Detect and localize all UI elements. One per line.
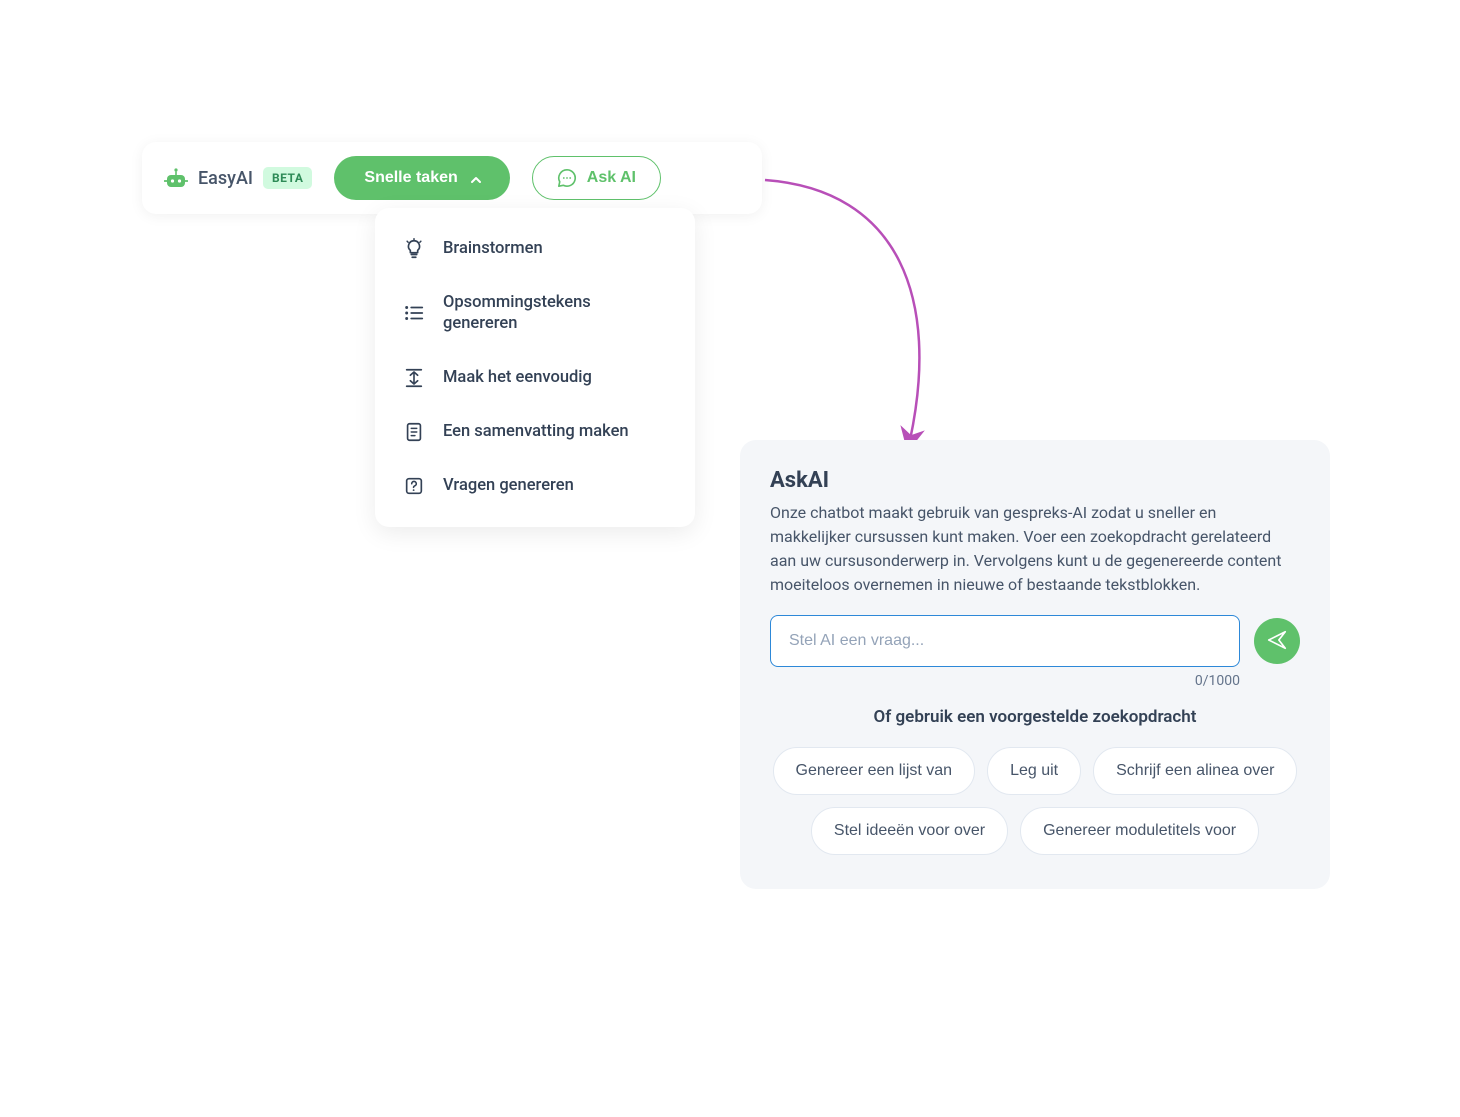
beta-badge: BETA xyxy=(263,167,312,189)
ask-ai-input[interactable] xyxy=(770,615,1240,667)
input-row xyxy=(770,615,1300,667)
panel-title: AskAI xyxy=(770,468,1300,493)
dropdown-item-simplify[interactable]: Maak het eenvoudig xyxy=(375,351,695,405)
callout-arrow xyxy=(760,170,980,470)
dropdown-item-questions[interactable]: Vragen genereren xyxy=(375,459,695,513)
char-counter: 0/1000 xyxy=(770,673,1300,689)
send-button[interactable] xyxy=(1254,618,1300,664)
brand-name: EasyAI xyxy=(198,168,253,189)
dropdown-item-label: Vragen genereren xyxy=(443,475,574,496)
easyai-toolbar: EasyAI BETA Snelle taken Ask AI xyxy=(142,142,762,214)
panel-description: Onze chatbot maakt gebruik van gespreks-… xyxy=(770,501,1300,597)
suggestion-chip[interactable]: Leg uit xyxy=(987,747,1081,795)
ask-ai-button[interactable]: Ask AI xyxy=(532,156,661,200)
suggestion-chip[interactable]: Genereer moduletitels voor xyxy=(1020,807,1259,855)
chevron-up-icon xyxy=(470,173,480,183)
dropdown-item-label: Een samenvatting maken xyxy=(443,421,629,442)
ask-ai-label: Ask AI xyxy=(587,169,636,187)
quick-tasks-label: Snelle taken xyxy=(364,169,457,187)
suggestions-heading: Of gebruik een voorgestelde zoekopdracht xyxy=(770,707,1300,727)
question-icon xyxy=(403,475,425,497)
dropdown-item-bullets[interactable]: Opsommingstekens genereren xyxy=(375,276,695,351)
suggestion-chips: Genereer een lijst van Leg uit Schrijf e… xyxy=(770,747,1300,855)
dropdown-item-label: Brainstormen xyxy=(443,238,543,259)
robot-icon xyxy=(164,167,188,189)
summary-icon xyxy=(403,421,425,443)
brand-block: EasyAI BETA xyxy=(164,167,312,189)
lightbulb-icon xyxy=(403,238,425,260)
suggestion-chip[interactable]: Stel ideeën voor over xyxy=(811,807,1008,855)
dropdown-item-summary[interactable]: Een samenvatting maken xyxy=(375,405,695,459)
suggestion-chip[interactable]: Schrijf een alinea over xyxy=(1093,747,1297,795)
dropdown-item-label: Opsommingstekens genereren xyxy=(443,292,667,335)
send-icon xyxy=(1266,629,1288,654)
askai-panel: AskAI Onze chatbot maakt gebruik van ges… xyxy=(740,440,1330,889)
quick-tasks-button[interactable]: Snelle taken xyxy=(334,156,509,200)
chat-bubble-icon xyxy=(557,168,577,188)
dropdown-item-brainstorm[interactable]: Brainstormen xyxy=(375,222,695,276)
suggestion-chip[interactable]: Genereer een lijst van xyxy=(773,747,976,795)
quick-tasks-dropdown: Brainstormen Opsommingstekens genereren xyxy=(375,208,695,527)
app-canvas: EasyAI BETA Snelle taken Ask AI xyxy=(100,100,1360,1017)
bullet-list-icon xyxy=(403,302,425,324)
simplify-icon xyxy=(403,367,425,389)
dropdown-item-label: Maak het eenvoudig xyxy=(443,367,592,388)
